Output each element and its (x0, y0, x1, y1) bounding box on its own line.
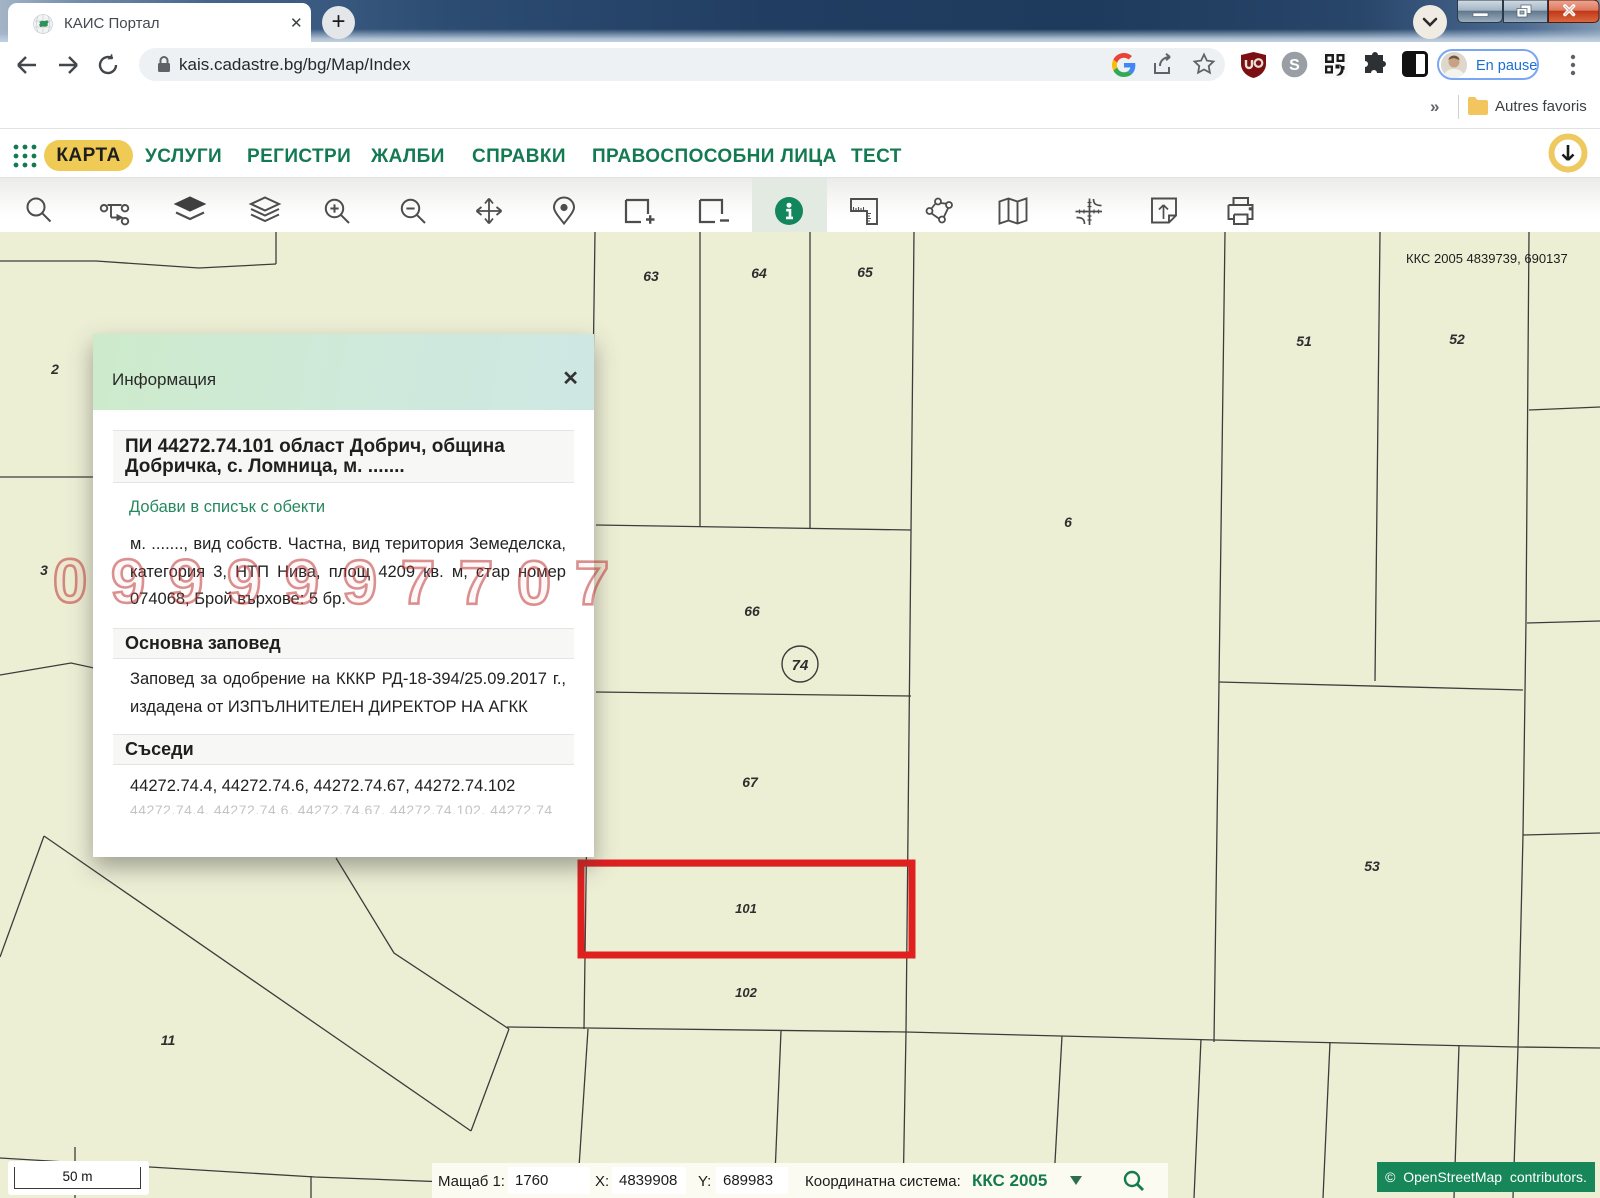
svg-text:51: 51 (1296, 333, 1312, 349)
svg-text:53: 53 (1364, 858, 1380, 874)
svg-text:74: 74 (792, 657, 809, 674)
svg-text:102: 102 (735, 985, 757, 1000)
svg-text:2: 2 (50, 361, 59, 377)
svg-text:S: S (1289, 57, 1300, 74)
svg-text:63: 63 (643, 268, 659, 284)
svg-text:65: 65 (857, 264, 873, 280)
svg-text:3: 3 (40, 562, 48, 578)
svg-text:67: 67 (742, 774, 759, 790)
svg-text:101: 101 (735, 901, 757, 916)
svg-text:6: 6 (1064, 514, 1072, 530)
svg-text:52: 52 (1449, 331, 1465, 347)
svg-text:64: 64 (751, 265, 767, 281)
svg-text:11: 11 (161, 1032, 176, 1048)
svg-text:66: 66 (744, 603, 760, 619)
